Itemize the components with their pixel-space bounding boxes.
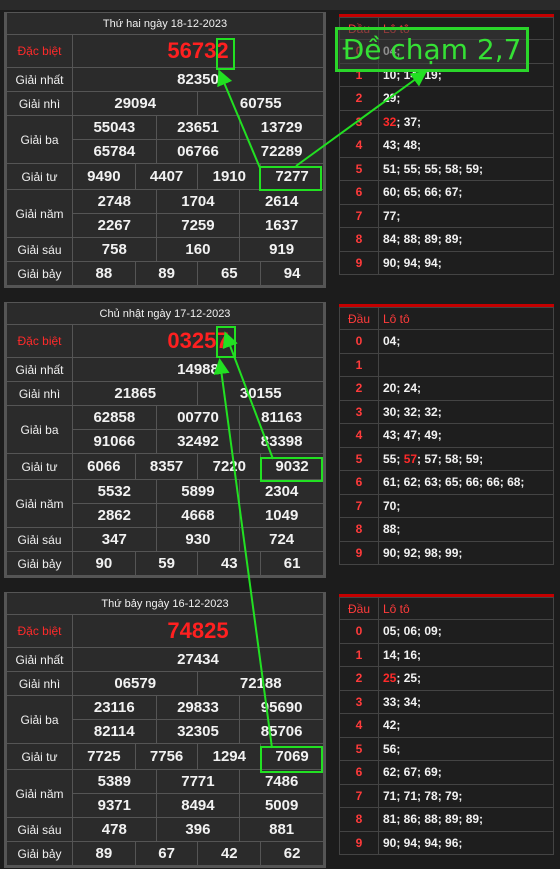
arrow-line (213, 358, 273, 749)
highlight-box (260, 457, 323, 482)
highlight-box (260, 746, 323, 773)
arrow-line (217, 69, 261, 169)
highlight-box (216, 326, 236, 358)
annotation-arrows (213, 69, 428, 749)
highlight-box (259, 166, 322, 191)
arrow-line (295, 70, 428, 167)
highlight-box (216, 38, 235, 70)
